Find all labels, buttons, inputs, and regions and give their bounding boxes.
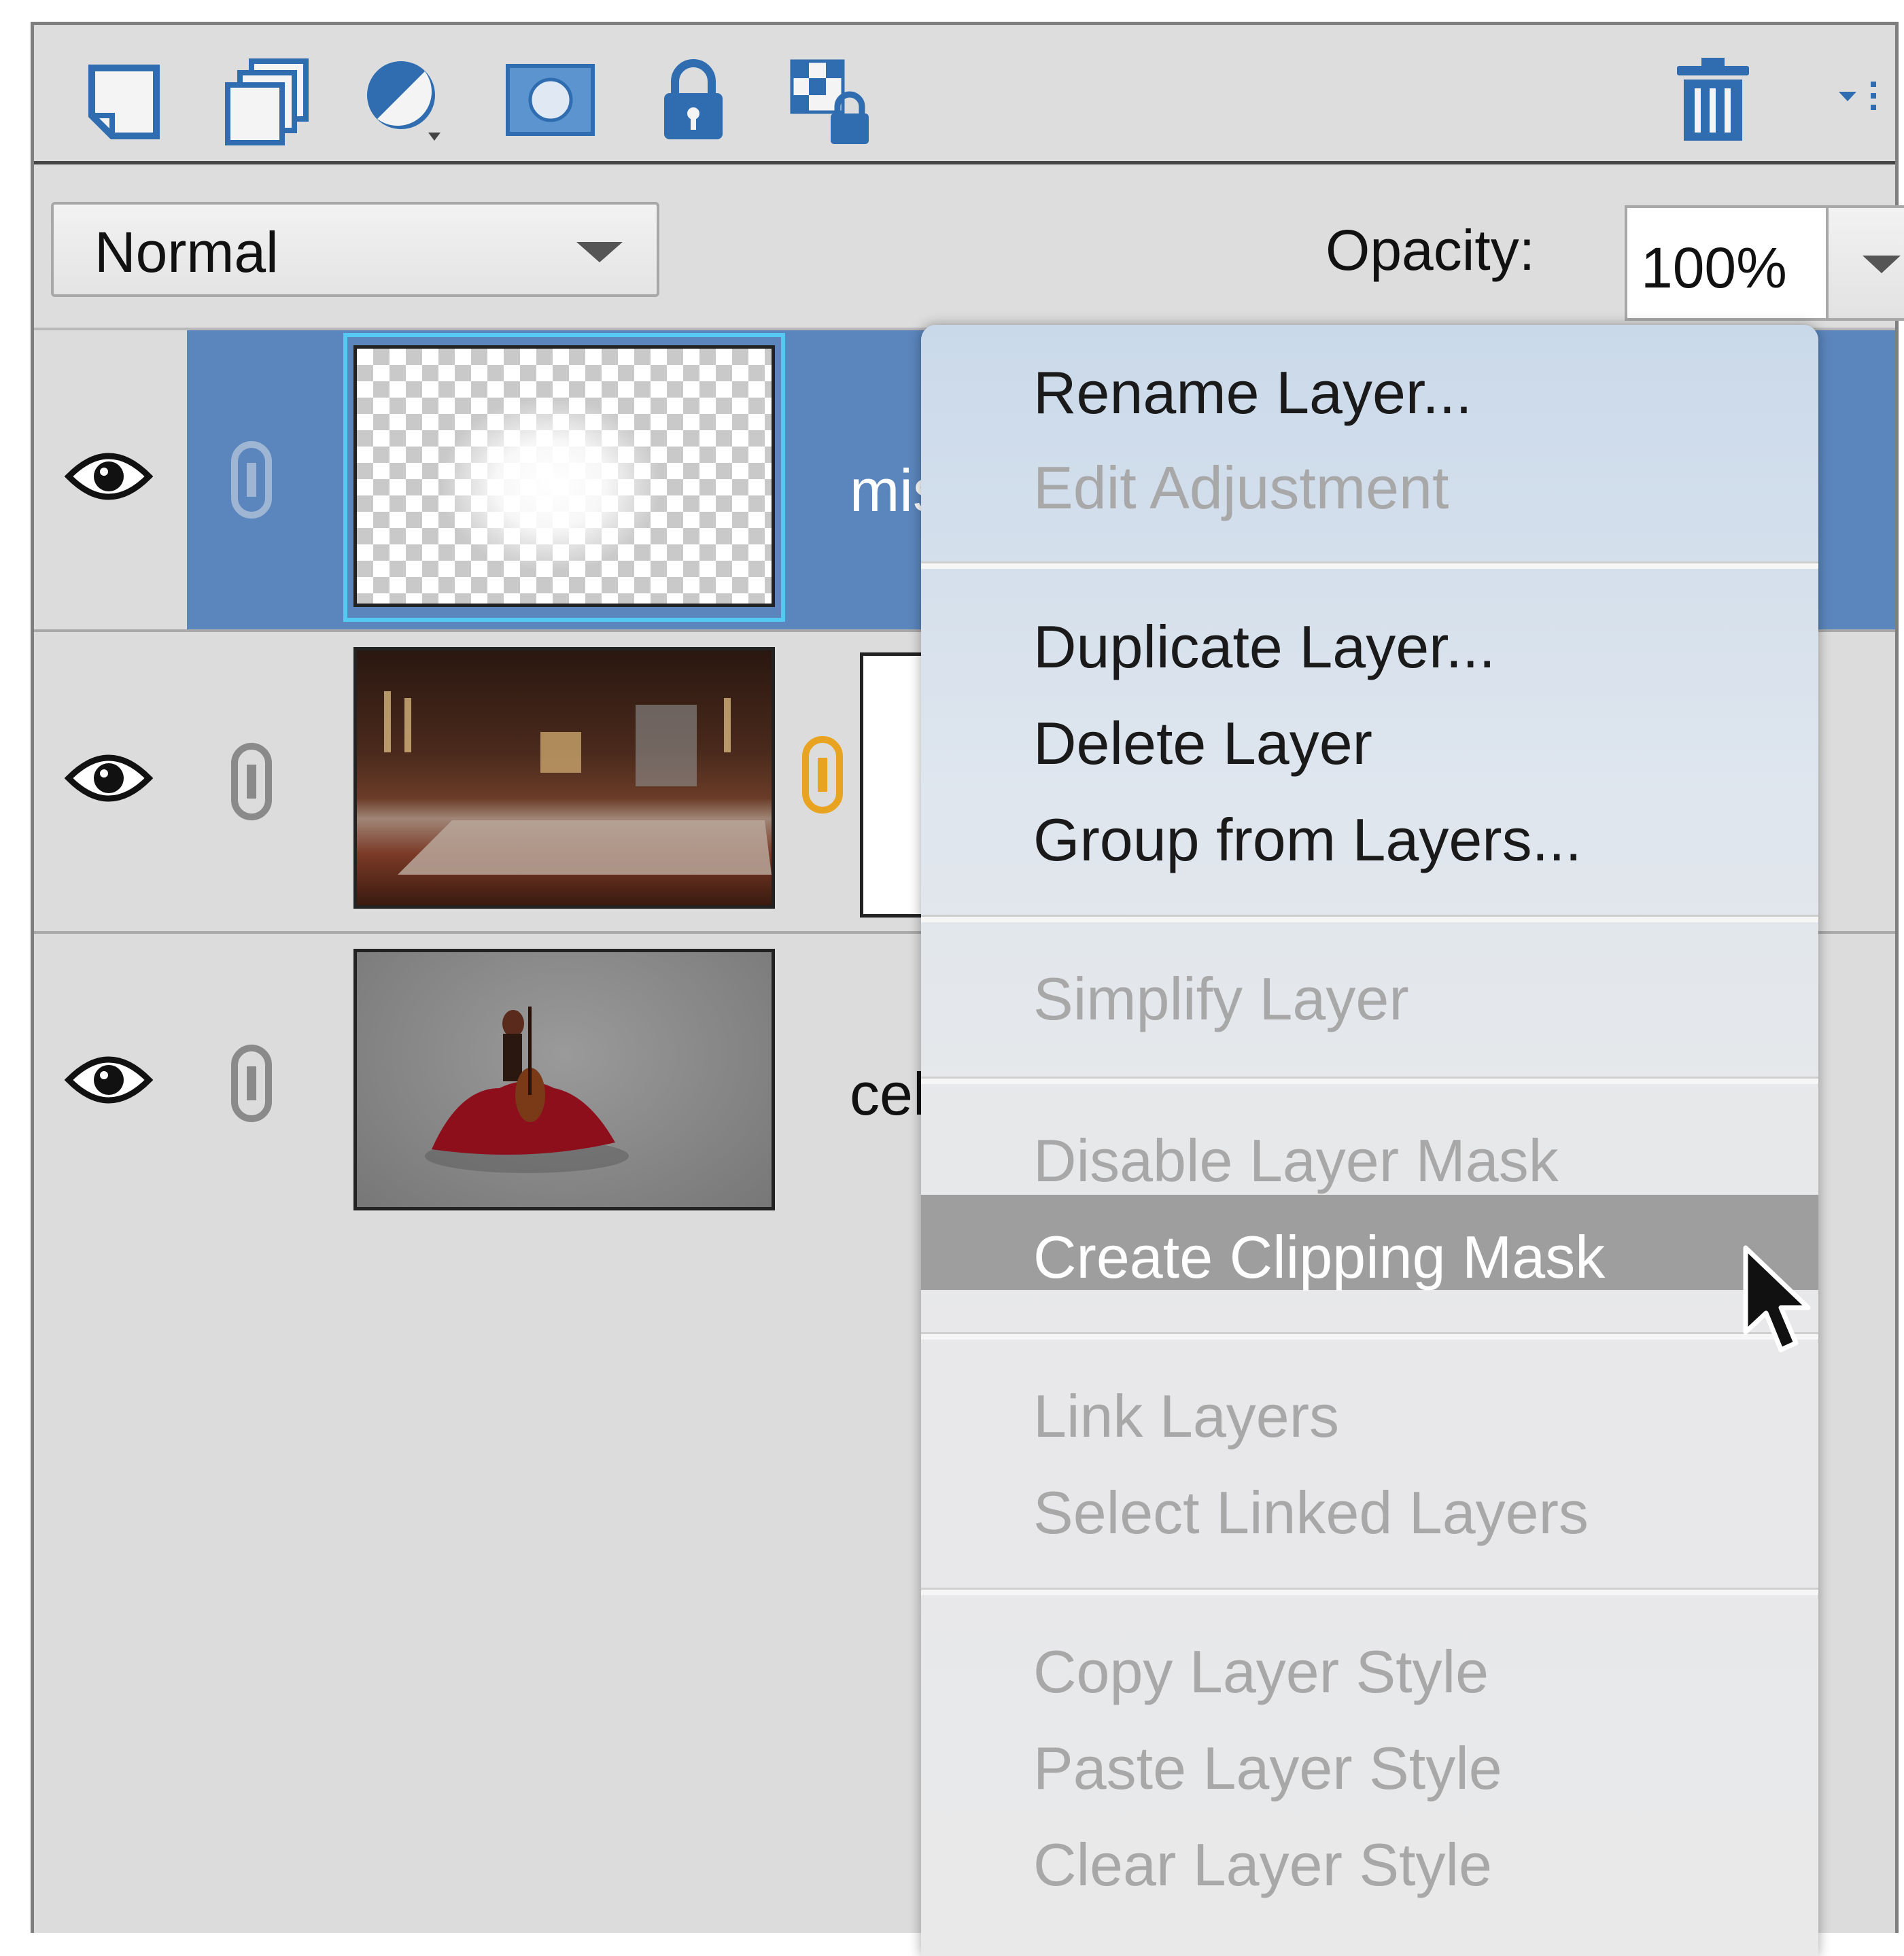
- menu-item-clear-layer-style: Clear Layer Style: [1033, 1831, 1492, 1898]
- chain-link-icon[interactable]: [224, 741, 279, 822]
- menu-item-simplify-layer: Simplify Layer: [1033, 965, 1409, 1032]
- menu-separator: [921, 1077, 1818, 1084]
- layer-name: cel: [850, 1060, 927, 1128]
- menu-separator: [921, 561, 1818, 569]
- menu-separator: [921, 915, 1818, 922]
- opacity-dropdown-button[interactable]: [1829, 205, 1904, 321]
- lock-transparent-icon[interactable]: [782, 51, 884, 153]
- opacity-input[interactable]: 100%: [1625, 205, 1829, 321]
- mist-preview: [438, 396, 663, 573]
- menu-item-create-clipping-mask[interactable]: Create Clipping Mask: [1033, 1227, 1605, 1287]
- mask-link-icon[interactable]: [795, 734, 850, 816]
- menu-item-rename-layer[interactable]: Rename Layer...: [1033, 363, 1472, 423]
- eye-icon[interactable]: [65, 1049, 153, 1111]
- menu-item-duplicate-layer[interactable]: Duplicate Layer...: [1033, 617, 1495, 677]
- ballroom-image: [384, 691, 772, 875]
- menu-separator: [921, 1332, 1818, 1340]
- opacity-label: Opacity:: [1326, 218, 1536, 282]
- menu-item-disable-layer-mask: Disable Layer Mask: [1033, 1127, 1559, 1194]
- menu-item-delete-layer[interactable]: Delete Layer: [1033, 714, 1372, 773]
- menu-item-edit-adjustment: Edit Adjustment: [1033, 454, 1449, 521]
- chain-link-icon[interactable]: [224, 1043, 279, 1124]
- chain-link-icon[interactable]: [224, 439, 279, 521]
- layers-toolbar: [34, 25, 1895, 164]
- menu-item-link-layers: Link Layers: [1033, 1382, 1340, 1450]
- menu-item-copy-layer-style: Copy Layer Style: [1033, 1638, 1489, 1705]
- mouse-pointer-icon: [1743, 1245, 1811, 1352]
- blend-opacity-row: Normal Opacity: 100%: [34, 164, 1904, 330]
- menu-item-group-from-layers[interactable]: Group from Layers...: [1033, 810, 1582, 870]
- eye-icon[interactable]: [65, 748, 153, 809]
- blend-mode-value: Normal: [94, 220, 279, 284]
- trash-icon[interactable]: [1662, 51, 1764, 153]
- menu-item-paste-layer-style: Paste Layer Style: [1033, 1734, 1502, 1802]
- menu-separator: [921, 1588, 1818, 1595]
- chevron-down-icon: [576, 242, 623, 262]
- chevron-down-icon: [1863, 256, 1901, 273]
- adjustment-layer-icon[interactable]: [357, 51, 459, 153]
- panel-menu-icon[interactable]: [1815, 51, 1890, 153]
- new-layer-icon[interactable]: [71, 51, 173, 153]
- cellist-image: [425, 1007, 629, 1173]
- eye-icon[interactable]: [65, 446, 153, 507]
- menu-item-select-linked-layers: Select Linked Layers: [1033, 1479, 1589, 1546]
- layer-thumbnail-transparent[interactable]: [353, 345, 775, 607]
- new-group-icon[interactable]: [214, 51, 316, 153]
- layer-thumbnail-ballroom[interactable]: [353, 647, 775, 909]
- layer-thumbnail-cellist[interactable]: [353, 949, 775, 1210]
- opacity-value: 100%: [1641, 236, 1787, 300]
- layer-context-menu: Rename Layer... Edit Adjustment Duplicat…: [921, 325, 1818, 1956]
- layer-mask-icon[interactable]: [500, 51, 602, 153]
- blend-mode-dropdown[interactable]: Normal: [51, 202, 659, 297]
- lock-all-icon[interactable]: [642, 51, 744, 153]
